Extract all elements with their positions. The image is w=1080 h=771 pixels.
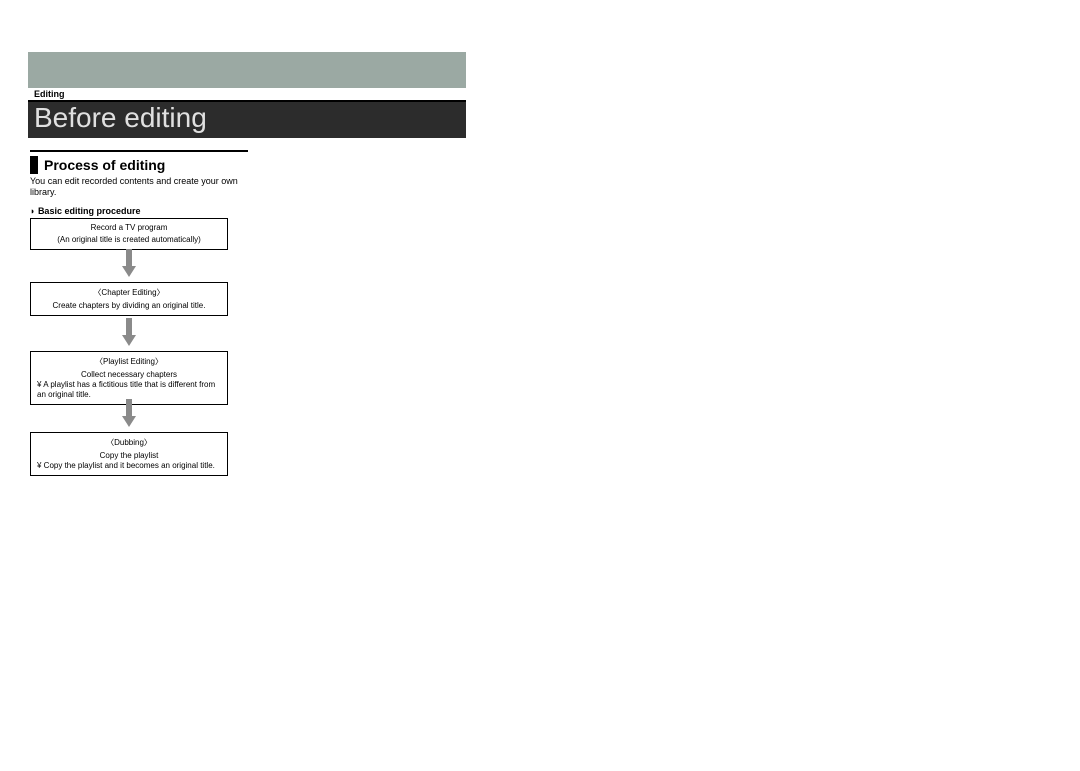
section-marker <box>30 156 38 174</box>
step-body: (An original title is created automatica… <box>37 235 221 245</box>
category-label: Editing <box>34 89 65 99</box>
procedure-step-1: Record a TV program (An original title i… <box>30 218 228 250</box>
arrow-down-icon <box>122 399 136 427</box>
step-title: 〈Dubbing〉 <box>37 437 221 448</box>
procedure-step-3: 〈Playlist Editing〉 Collect necessary cha… <box>30 351 228 405</box>
procedure-step-2: 〈Chapter Editing〉 Create chapters by div… <box>30 282 228 316</box>
document-page: Editing Before editing Process of editin… <box>0 0 1080 771</box>
step-body: Create chapters by dividing an original … <box>37 301 221 311</box>
subsection-head: Basic editing procedure <box>30 206 140 216</box>
section-title: Process of editing <box>44 157 165 173</box>
step-title: 〈Playlist Editing〉 <box>37 356 221 367</box>
step-body: Collect necessary chapters <box>37 370 221 380</box>
arrow-down-icon <box>122 318 136 346</box>
procedure-step-4: 〈Dubbing〉 Copy the playlist ¥ Copy the p… <box>30 432 228 476</box>
step-title: 〈Chapter Editing〉 <box>37 287 221 298</box>
section-head: Process of editing <box>30 156 165 174</box>
section-divider <box>30 150 248 152</box>
intro-text: You can edit recorded contents and creat… <box>30 176 240 199</box>
step-note: ¥ Copy the playlist and it becomes an or… <box>37 461 221 471</box>
page-title: Before editing <box>34 102 207 134</box>
step-body: Copy the playlist <box>37 451 221 461</box>
header-color-band <box>28 52 466 88</box>
arrow-down-icon <box>122 249 136 277</box>
step-title: Record a TV program <box>37 223 221 232</box>
step-note: ¥ A playlist has a fictitious title that… <box>37 380 221 400</box>
